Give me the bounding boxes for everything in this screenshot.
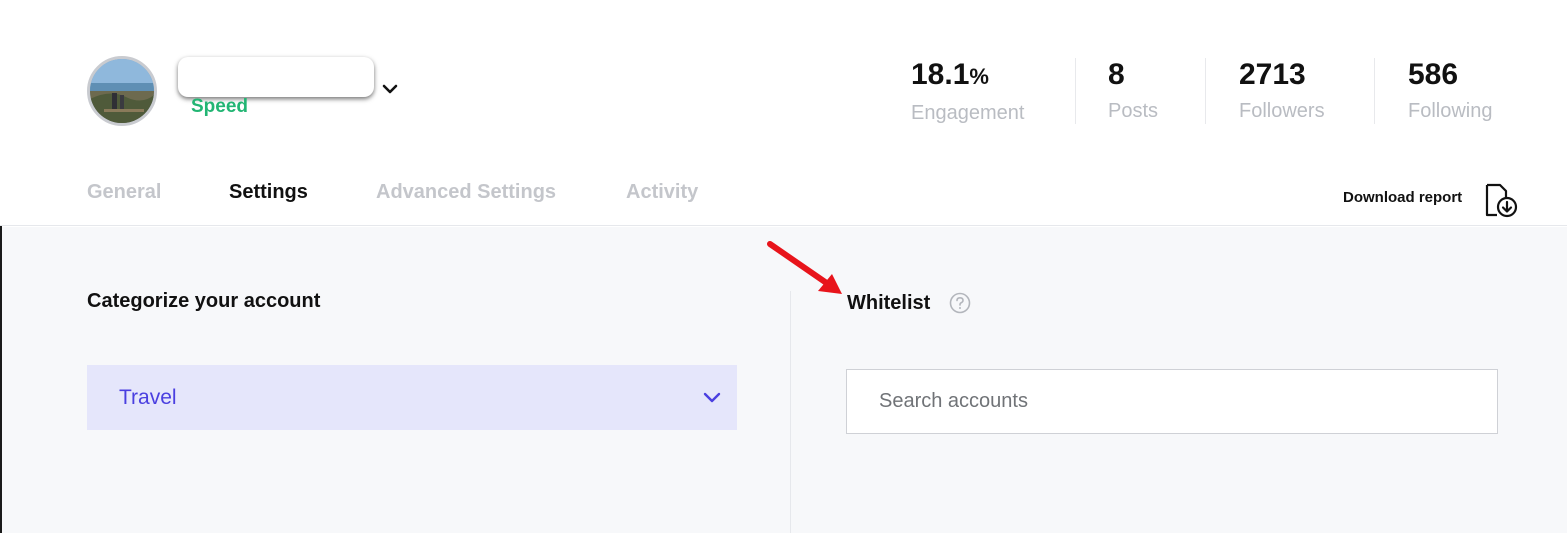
tab-general[interactable]: General <box>87 181 161 204</box>
category-selected-value: Travel <box>119 385 177 409</box>
stat-label: Followers <box>1239 100 1325 122</box>
stat-label: Engagement <box>911 102 1025 124</box>
account-name-redacted <box>178 57 374 97</box>
stat-divider <box>1205 58 1206 124</box>
search-input[interactable] <box>847 370 1497 433</box>
stat-value: 2713 <box>1239 58 1306 91</box>
stat-posts: 8 Posts <box>1108 58 1158 123</box>
chevron-down-icon <box>703 392 721 403</box>
stat-engagement: 18.1% Engagement <box>911 58 1024 125</box>
red-arrow-icon <box>767 241 842 294</box>
stat-divider <box>1075 58 1076 124</box>
stat-value: 18.1 <box>911 58 970 91</box>
stat-suffix: % <box>969 64 989 89</box>
whitelist-title: Whitelist <box>847 292 931 314</box>
stat-label: Following <box>1408 100 1493 122</box>
tab-activity[interactable]: Activity <box>626 181 698 204</box>
question-circle-icon[interactable] <box>949 292 971 314</box>
file-download-icon[interactable] <box>1482 183 1520 219</box>
stat-following: 586 Following <box>1408 58 1492 123</box>
avatar[interactable] <box>87 56 157 126</box>
stat-followers: 2713 Followers <box>1239 58 1325 123</box>
account-subtitle: Speed <box>191 96 249 117</box>
download-report-link[interactable]: Download report <box>1343 189 1462 206</box>
chevron-down-icon[interactable] <box>381 82 399 96</box>
tab-settings[interactable]: Settings <box>229 181 308 204</box>
column-divider <box>790 291 791 533</box>
avatar-photo <box>90 59 154 123</box>
stat-value: 586 <box>1408 58 1459 91</box>
tab-advanced-settings[interactable]: Advanced Settings <box>376 181 556 204</box>
whitelist-search <box>846 369 1498 434</box>
categorize-title: Categorize your account <box>87 290 321 312</box>
category-select[interactable]: Travel <box>87 365 737 430</box>
stat-label: Posts <box>1108 100 1159 122</box>
stat-value: 8 <box>1108 58 1125 91</box>
profile-header: Speed 18.1% Engagement 8 Posts 2713 Foll… <box>0 0 1567 226</box>
stat-divider <box>1374 58 1375 124</box>
